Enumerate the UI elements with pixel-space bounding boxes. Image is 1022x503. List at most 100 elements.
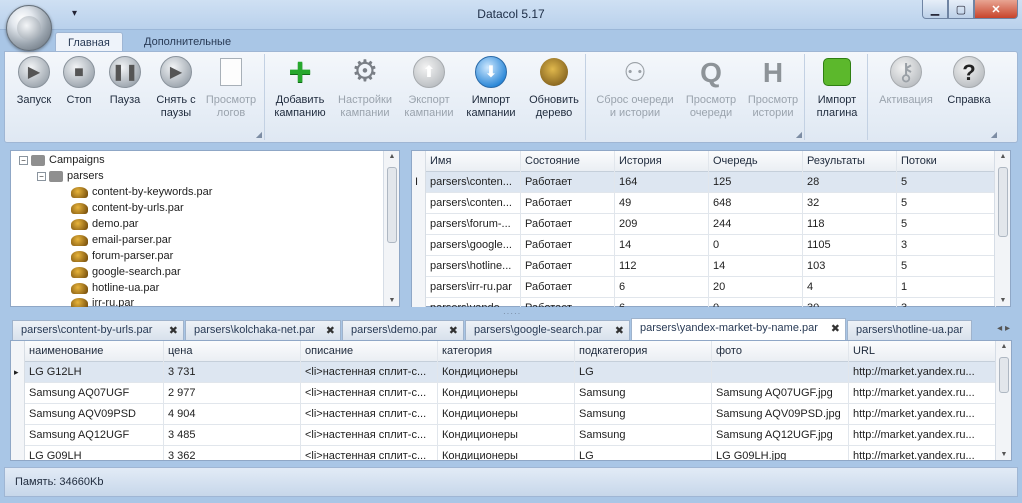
- tree-item[interactable]: content-by-keywords.par: [71, 184, 212, 200]
- column-header[interactable]: описание: [301, 341, 438, 362]
- scroll-down-icon[interactable]: ▼: [384, 297, 400, 304]
- tree-scrollbar[interactable]: ▲ ▼: [383, 151, 399, 306]
- campaigns-grid[interactable]: Имя Состояние История Очередь Результаты…: [411, 150, 1011, 307]
- tab-main[interactable]: Главная: [55, 32, 123, 52]
- export-campaign-button[interactable]: ⬆ Экспорт кампании: [400, 56, 458, 120]
- column-header[interactable]: фото: [712, 341, 849, 362]
- column-header[interactable]: Имя: [426, 151, 521, 172]
- scroll-down-icon[interactable]: ▼: [995, 297, 1011, 304]
- column-header[interactable]: наименование: [25, 341, 164, 362]
- tree-item[interactable]: irr-ru.par: [71, 295, 134, 307]
- collapse-icon[interactable]: −: [37, 171, 46, 181]
- close-tab-icon[interactable]: ✖: [449, 324, 458, 337]
- doc-tab-active[interactable]: parsers\yandex-market-by-name.par ✖: [631, 318, 846, 340]
- app-menu-orb[interactable]: [6, 5, 52, 51]
- table-row[interactable]: LG G09LH 3 362 <li>настенная сплит-с... …: [11, 446, 997, 460]
- import-arrow-down-icon: ⬇: [475, 56, 507, 88]
- tree-node-root[interactable]: − Campaigns: [19, 152, 105, 168]
- tree-item[interactable]: content-by-urls.par: [71, 200, 184, 216]
- column-header[interactable]: URL: [849, 341, 997, 362]
- campaign-settings-button[interactable]: ⚙ Настройки кампании: [334, 56, 396, 120]
- plus-icon: +: [288, 50, 312, 94]
- doc-tab[interactable]: parsers\demo.par ✖: [342, 320, 464, 340]
- column-header[interactable]: Результаты: [803, 151, 897, 172]
- scroll-down-icon[interactable]: ▼: [996, 451, 1012, 458]
- minimize-button[interactable]: ▁: [922, 0, 948, 19]
- help-button[interactable]: ? Справка: [941, 56, 997, 107]
- column-header[interactable]: категория: [438, 341, 575, 362]
- refresh-tree-button[interactable]: Обновить дерево: [524, 56, 584, 120]
- tree-item[interactable]: google-search.par: [71, 264, 181, 280]
- table-row[interactable]: parsers\hotline... Работает 112 14 103 5: [412, 256, 996, 277]
- scroll-up-icon[interactable]: ▲: [384, 153, 400, 160]
- column-header[interactable]: Состояние: [521, 151, 615, 172]
- column-header[interactable]: цена: [164, 341, 301, 362]
- resume-icon: ▶: [160, 56, 192, 88]
- campaigns-scrollbar[interactable]: ▲ ▼: [994, 151, 1010, 306]
- table-row[interactable]: parsers\google... Работает 14 0 1105 3: [412, 235, 996, 256]
- table-row[interactable]: parsers\irr-ru.par Работает 6 20 4 1: [412, 277, 996, 298]
- close-tab-icon[interactable]: ✖: [615, 324, 624, 337]
- tree-item[interactable]: forum-parser.par: [71, 248, 173, 264]
- activation-button[interactable]: ⚷ Активация: [873, 56, 939, 107]
- table-row[interactable]: Samsung AQ07UGF 2 977 <li>настенная спли…: [11, 383, 997, 404]
- close-tab-icon[interactable]: ✖: [326, 324, 335, 337]
- table-row[interactable]: parsers\forum-... Работает 209 244 118 5: [412, 214, 996, 235]
- table-row[interactable]: I parsers\conten... Работает 164 125 28 …: [412, 172, 996, 193]
- start-button[interactable]: ▶ Запуск: [11, 56, 57, 107]
- ribbon: ▶ Запуск ■ Стоп ❚❚ Пауза ▶ Снять с паузы…: [4, 51, 1018, 143]
- doc-tab[interactable]: parsers\kolchaka-net.par ✖: [185, 320, 341, 340]
- status-bar: Память: 34660Kb: [4, 467, 1018, 497]
- tab-additional[interactable]: Дополнительные: [132, 32, 243, 52]
- maximize-button[interactable]: ▢: [948, 0, 974, 19]
- table-row[interactable]: parsers\conten... Работает 49 648 32 5: [412, 193, 996, 214]
- scroll-thumb[interactable]: [998, 167, 1008, 237]
- pause-button[interactable]: ❚❚ Пауза: [103, 56, 147, 107]
- log-document-icon: [215, 56, 247, 88]
- table-row[interactable]: Samsung AQV09PSD 4 904 <li>настенная спл…: [11, 404, 997, 425]
- scroll-thumb[interactable]: [999, 357, 1009, 393]
- tree-item[interactable]: hotline-ua.par: [71, 280, 159, 296]
- tree-node-parsers[interactable]: − parsers: [37, 168, 104, 184]
- group-launcher-icon[interactable]: ◢: [991, 130, 997, 139]
- tree-item[interactable]: email-parser.par: [71, 232, 171, 248]
- tab-scroll-arrows[interactable]: ◂ ▸: [997, 323, 1010, 334]
- scroll-up-icon[interactable]: ▲: [995, 153, 1011, 160]
- import-campaign-button[interactable]: ⬇ Импорт кампании: [462, 56, 520, 120]
- scroll-thumb[interactable]: [387, 167, 397, 243]
- doc-tab[interactable]: parsers\content-by-urls.par ✖: [12, 320, 184, 340]
- add-campaign-button[interactable]: + Добавить кампанию: [270, 50, 330, 120]
- document-tabs: parsers\content-by-urls.par ✖ parsers\kol…: [10, 318, 1012, 340]
- doc-tab[interactable]: parsers\google-search.par ✖: [465, 320, 630, 340]
- column-header[interactable]: Потоки: [897, 151, 996, 172]
- stop-button[interactable]: ■ Стоп: [57, 56, 101, 107]
- results-scrollbar[interactable]: ▲ ▼: [995, 341, 1011, 460]
- close-tab-icon[interactable]: ✖: [831, 322, 840, 335]
- table-row[interactable]: Samsung AQ12UGF 3 485 <li>настенная спли…: [11, 425, 997, 446]
- import-plugin-button[interactable]: Импорт плагина: [808, 56, 866, 120]
- close-button[interactable]: ✕: [974, 0, 1018, 19]
- globe-icon: [17, 16, 41, 40]
- tree-item[interactable]: demo.par: [71, 216, 138, 232]
- group-launcher-icon[interactable]: ◢: [256, 130, 262, 139]
- view-logs-button[interactable]: Просмотр логов: [203, 56, 259, 120]
- table-row[interactable]: ▸ LG G12LH 3 731 <li>настенная сплит-с..…: [11, 362, 997, 383]
- scroll-up-icon[interactable]: ▲: [996, 343, 1012, 350]
- reset-queue-button[interactable]: ⚇ Сброс очереди и истории: [593, 56, 677, 120]
- doc-tab[interactable]: parsers\hotline-ua.par: [847, 320, 972, 340]
- column-header[interactable]: История: [615, 151, 709, 172]
- unpause-button[interactable]: ▶ Снять с паузы: [148, 56, 204, 120]
- view-queue-button[interactable]: Q Просмотр очереди: [681, 56, 741, 120]
- column-header[interactable]: Очередь: [709, 151, 803, 172]
- table-row[interactable]: parsers\yande... Работает 6 0 30 3: [412, 298, 996, 307]
- close-tab-icon[interactable]: ✖: [169, 324, 178, 337]
- users-icon: ⚇: [623, 57, 647, 87]
- collapse-icon[interactable]: −: [19, 155, 28, 165]
- campaign-tree[interactable]: − Campaigns − parsers content-by-keywords.…: [10, 150, 400, 307]
- group-launcher-icon[interactable]: ◢: [796, 130, 802, 139]
- splitter-grip[interactable]: ·····: [503, 309, 520, 318]
- results-grid[interactable]: наименование цена описание категория под…: [10, 340, 1012, 461]
- column-header[interactable]: подкатегория: [575, 341, 712, 362]
- ribbon-group-campaigns: + Добавить кампанию ⚙ Настройки кампании…: [266, 50, 586, 140]
- view-history-button[interactable]: H Просмотр истории: [743, 56, 803, 120]
